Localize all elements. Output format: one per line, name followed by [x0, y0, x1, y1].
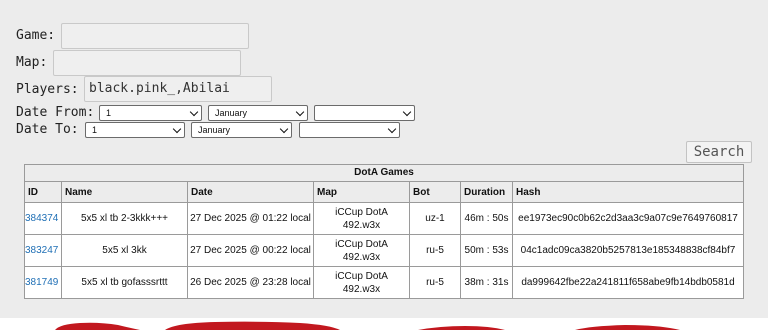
chevron-down-icon — [189, 107, 199, 117]
to-day-select[interactable]: 1 — [85, 122, 185, 138]
map-file: 492.w3x — [342, 219, 381, 231]
table-row: 384374 5x5 xl tb 2-3kkk+++ 27 Dec 2025 @… — [25, 203, 743, 235]
game-id-link[interactable]: 384374 — [25, 203, 62, 234]
red-blob — [55, 322, 140, 330]
map-input[interactable] — [53, 50, 241, 76]
chevron-down-icon — [295, 107, 305, 117]
game-map: iCCup DotA 492.w3x — [314, 235, 410, 266]
game-duration: 38m : 31s — [461, 267, 513, 298]
header-id: ID — [25, 182, 62, 202]
game-date: 26 Dec 2025 @ 23:28 local — [188, 267, 314, 298]
game-bot: ru-5 — [410, 235, 461, 266]
chevron-down-icon — [402, 107, 412, 117]
red-blob — [418, 326, 505, 330]
game-hash: da999642fbe22a241811f658abe9fb14bdb0581d — [521, 277, 735, 288]
game-date: 27 Dec 2025 @ 01:22 local — [188, 203, 314, 234]
game-bot: ru-5 — [410, 267, 461, 298]
header-map: Map — [314, 182, 410, 202]
game-name: 5x5 xl tb gofasssrttt — [62, 267, 188, 298]
map-label: Map: — [16, 55, 48, 70]
date-to-label: Date To: — [16, 122, 79, 137]
chevron-down-icon — [279, 124, 289, 134]
from-month-select[interactable]: January — [208, 105, 308, 121]
game-duration: 50m : 53s — [461, 235, 513, 266]
header-duration: Duration — [461, 182, 513, 202]
game-bot: uz-1 — [410, 203, 461, 234]
from-day-select[interactable]: 1 — [99, 105, 202, 121]
game-hash: 04c1adc09ca3820b5257813e185348838cf84bf7 — [520, 245, 736, 256]
players-label: Players: — [16, 82, 79, 97]
map-file: 492.w3x — [342, 283, 381, 295]
table-caption: DotA Games — [25, 165, 743, 182]
map-file: 492.w3x — [342, 251, 381, 263]
games-table: DotA Games ID Name Date Map Bot Duration… — [24, 164, 744, 299]
game-name: 5x5 xl 3kk — [62, 235, 188, 266]
search-button[interactable]: Search — [686, 141, 752, 163]
red-blob — [165, 321, 340, 330]
date-from-label: Date From: — [16, 105, 95, 120]
footer-decoration — [55, 321, 680, 330]
table-row: 383247 5x5 xl 3kk 27 Dec 2025 @ 00:22 lo… — [25, 235, 743, 267]
map-name: iCCup DotA — [335, 238, 388, 250]
header-bot: Bot — [410, 182, 461, 202]
map-name: iCCup DotA — [335, 270, 388, 282]
chevron-down-icon — [172, 124, 182, 134]
players-input[interactable]: black.pink_,Abilai — [84, 76, 272, 102]
red-blob — [575, 325, 680, 330]
game-id-link[interactable]: 383247 — [25, 235, 62, 266]
table-row: 381749 5x5 xl tb gofasssrttt 26 Dec 2025… — [25, 267, 743, 298]
game-map: iCCup DotA 492.w3x — [314, 203, 410, 234]
game-name: 5x5 xl tb 2-3kkk+++ — [62, 203, 188, 234]
header-date: Date — [188, 182, 314, 202]
map-name: iCCup DotA — [335, 206, 388, 218]
to-year-select[interactable] — [299, 122, 400, 138]
game-date: 27 Dec 2025 @ 00:22 local — [188, 235, 314, 266]
game-id-link[interactable]: 381749 — [25, 267, 62, 298]
chevron-down-icon — [387, 124, 397, 134]
game-input[interactable] — [61, 23, 249, 49]
table-header-row: ID Name Date Map Bot Duration Hash — [25, 182, 743, 203]
header-hash: Hash — [516, 186, 541, 198]
header-name: Name — [62, 182, 188, 202]
game-duration: 46m : 50s — [461, 203, 513, 234]
game-hash: ee1973ec90c0b62c2d3aa3c9a07c9e7649760817 — [518, 213, 738, 224]
game-map: iCCup DotA 492.w3x — [314, 267, 410, 298]
game-label: Game: — [16, 28, 56, 43]
search-panel: Game: Map: Players: black.pink_,Abilai D… — [0, 0, 768, 318]
from-year-select[interactable] — [314, 105, 415, 121]
to-month-select[interactable]: January — [191, 122, 292, 138]
